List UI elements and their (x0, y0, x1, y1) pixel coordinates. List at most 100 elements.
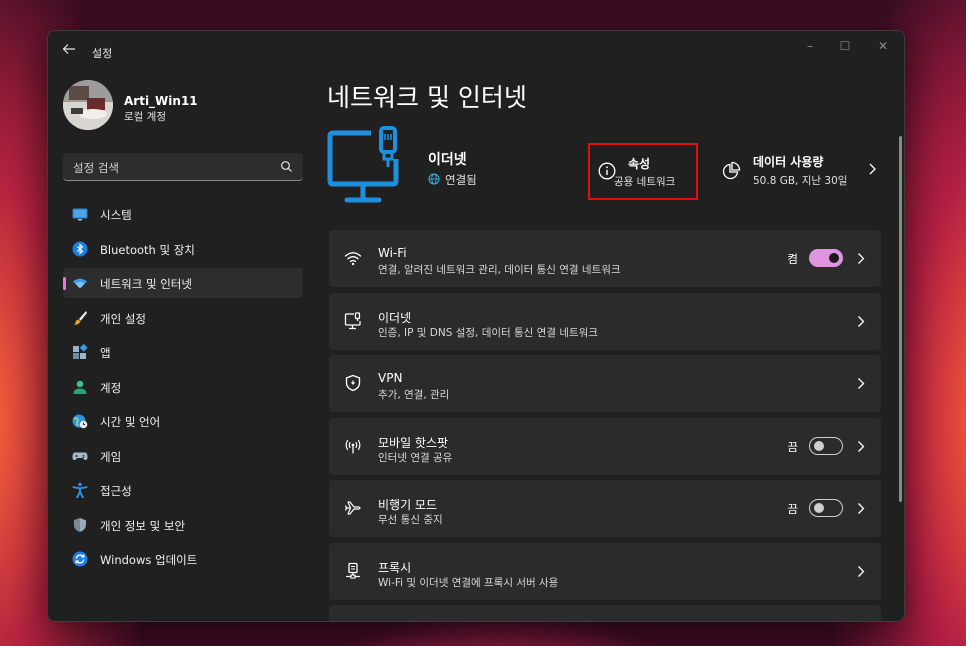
card-subtitle: 인증, IP 및 DNS 설정, 데이터 통신 연결 네트워크 (378, 326, 598, 339)
back-button[interactable] (62, 42, 78, 58)
data-usage-link[interactable]: 데이터 사용량 50.8 GB, 지난 30일 (721, 143, 881, 200)
card-title: 프록시 (378, 560, 412, 575)
bluetooth-icon (72, 241, 88, 256)
sidebar-item-label: Bluetooth 및 장치 (100, 242, 195, 257)
card-subtitle: 인터넷 연결 공유 (378, 451, 453, 464)
update-icon (72, 551, 88, 567)
sidebar-item-windows-update[interactable]: Windows 업데이트 (63, 544, 303, 574)
title-bar: 설정 – ☐ ✕ (48, 31, 904, 69)
card-subtitle: Wi-Fi 및 이더넷 연결에 프록시 서버 사용 (378, 576, 559, 589)
ethernet-icon (344, 311, 361, 329)
airplane-icon (344, 501, 361, 515)
sidebar-item-label: 앱 (100, 346, 111, 360)
toggle-knob (814, 503, 824, 513)
card-proxy[interactable]: 프록시 Wi-Fi 및 이더넷 연결에 프록시 서버 사용 (329, 542, 881, 600)
apps-icon (73, 344, 88, 359)
properties-link[interactable]: 속성 공용 네트워크 (588, 143, 698, 200)
avatar-photo-icon (63, 80, 113, 130)
close-button[interactable]: ✕ (873, 39, 893, 55)
toggle-knob (814, 440, 824, 451)
profile-name: Arti_Win11 (124, 94, 198, 108)
card-title: 모바일 핫스팟 (378, 435, 449, 450)
card-wifi[interactable]: Wi-Fi 연결, 알려진 네트워크 관리, 데이터 통신 연결 네트워크 켬 (329, 230, 881, 287)
minimize-button[interactable]: – (800, 39, 820, 55)
ethernet-name: 이더넷 (428, 152, 467, 168)
chevron-right-icon (858, 315, 865, 327)
toggle-knob (829, 253, 839, 263)
card-subtitle: 연결, 알려진 네트워크 관리, 데이터 통신 연결 네트워크 (378, 264, 621, 276)
sidebar-item-label: 게임 (100, 449, 122, 464)
sidebar-item-label: 개인 설정 (100, 311, 146, 326)
chevron-right-icon (858, 565, 865, 577)
sidebar-item-gaming[interactable]: 게임 (63, 441, 303, 471)
maximize-button[interactable]: ☐ (835, 39, 855, 55)
card-title: 비행기 모드 (378, 498, 438, 512)
ethernet-monitor-icon (327, 126, 399, 203)
wifi-toggle-label: 켬 (787, 252, 798, 266)
settings-window: 설정 – ☐ ✕ Arti_Win11 로컬 계정 시 (47, 30, 905, 622)
ethernet-status: 연결됨 (428, 172, 477, 188)
properties-title: 속성 (628, 157, 651, 171)
sidebar-item-bluetooth[interactable]: Bluetooth 및 장치 (63, 234, 303, 264)
card-airplane-mode[interactable]: 비행기 모드 무선 통신 중지 끔 (329, 480, 881, 537)
card-title: Wi-Fi (378, 246, 407, 260)
profile-account-type: 로컬 계정 (124, 111, 166, 123)
sidebar-item-label: 시스템 (100, 208, 132, 222)
card-ethernet[interactable]: 이더넷 인증, IP 및 DNS 설정, 데이터 통신 연결 네트워크 (329, 292, 881, 350)
search-icon[interactable] (280, 160, 293, 173)
settings-cards: Wi-Fi 연결, 알려진 네트워크 관리, 데이터 통신 연결 네트워크 켬 … (329, 230, 881, 621)
card-subtitle: 추가, 연결, 관리 (378, 389, 450, 401)
sidebar-item-privacy[interactable]: 개인 정보 및 보안 (63, 510, 303, 540)
sidebar-item-label: Windows 업데이트 (100, 553, 198, 567)
avatar[interactable] (63, 80, 113, 130)
sidebar-item-network[interactable]: 네트워크 및 인터넷 (63, 268, 303, 298)
chevron-right-icon (858, 378, 865, 389)
gamepad-icon (72, 452, 88, 460)
sidebar-item-label: 계정 (100, 380, 122, 395)
hotspot-icon (345, 439, 361, 453)
brush-icon (74, 310, 87, 325)
sidebar-item-accounts[interactable]: 계정 (63, 372, 303, 402)
wifi-toggle[interactable] (809, 249, 843, 267)
scrollbar[interactable] (899, 136, 902, 502)
accessibility-icon (72, 482, 88, 498)
data-usage-subtitle: 50.8 GB, 지난 30일 (753, 175, 848, 187)
sidebar-item-personalization[interactable]: 개인 설정 (63, 303, 303, 333)
chevron-right-icon (869, 163, 876, 175)
chevron-right-icon (858, 440, 865, 452)
chevron-right-icon (858, 503, 865, 514)
shield-icon (74, 517, 86, 532)
sidebar-nav: 시스템 Bluetooth 및 장치 네트워크 및 인터넷 개인 설정 앱 계정… (63, 199, 303, 579)
card-mobile-hotspot[interactable]: 모바일 핫스팟 인터넷 연결 공유 끔 (329, 417, 881, 475)
chevron-right-icon (858, 253, 865, 264)
vpn-shield-icon (345, 374, 361, 392)
airplane-toggle[interactable] (809, 499, 843, 517)
sidebar-item-label: 개인 정보 및 보안 (100, 518, 186, 533)
sidebar-item-time-language[interactable]: 시간 및 언어 (63, 406, 303, 436)
wifi-icon (73, 278, 87, 289)
ethernet-status-text: 연결됨 (445, 173, 477, 187)
search-box (63, 153, 303, 181)
search-input[interactable] (71, 157, 275, 178)
hotspot-toggle[interactable] (809, 436, 843, 455)
card-partial[interactable] (329, 605, 881, 621)
globe-icon (428, 173, 440, 185)
monitor-icon (72, 208, 88, 221)
properties-subtitle: 공용 네트워크 (614, 176, 676, 188)
pie-chart-icon (722, 161, 741, 180)
card-title: 이더넷 (378, 310, 412, 325)
card-subtitle: 무선 통신 중지 (378, 514, 443, 526)
airplane-toggle-label: 끔 (787, 502, 798, 516)
sidebar-item-apps[interactable]: 앱 (63, 337, 303, 367)
page-title: 네트워크 및 인터넷 (327, 83, 527, 112)
app-title: 설정 (92, 47, 113, 60)
sidebar-item-accessibility[interactable]: 접근성 (63, 475, 303, 505)
sidebar-item-system[interactable]: 시스템 (63, 199, 303, 229)
sidebar-item-label: 접근성 (100, 484, 132, 498)
card-vpn[interactable]: VPN 추가, 연결, 관리 (329, 355, 881, 412)
active-indicator (63, 277, 66, 290)
card-title: VPN (378, 371, 403, 385)
person-icon (73, 380, 87, 394)
hotspot-toggle-label: 끔 (787, 439, 798, 454)
globe-clock-icon (72, 414, 88, 429)
